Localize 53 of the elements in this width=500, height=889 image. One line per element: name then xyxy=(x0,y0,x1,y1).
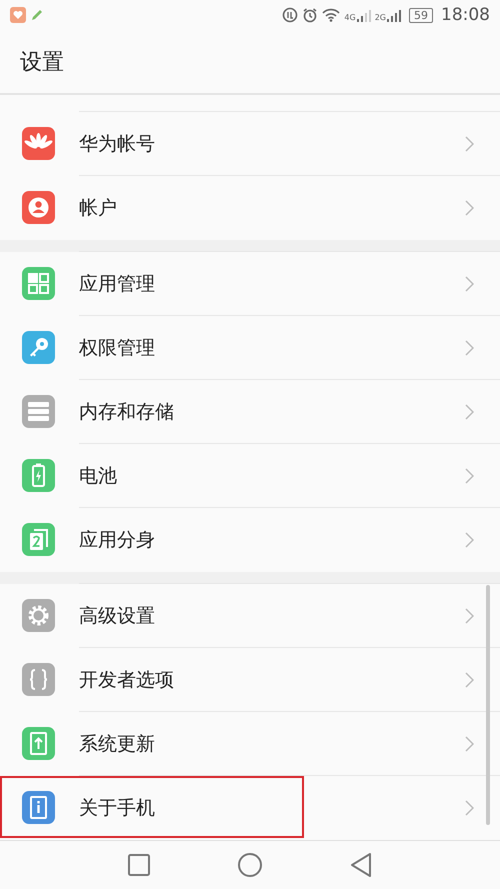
chevron-right-icon xyxy=(465,340,474,356)
item-label: 开发者选项 xyxy=(79,668,174,694)
settings-item[interactable]: 华为帐号 xyxy=(0,112,500,176)
item-label: 应用分身 xyxy=(79,528,155,554)
data-saver-icon xyxy=(282,7,298,24)
braces-icon xyxy=(22,663,55,696)
storage-icon xyxy=(22,395,55,428)
info-icon xyxy=(22,791,55,824)
chevron-right-icon xyxy=(465,468,474,484)
chevron-right-icon xyxy=(465,532,474,548)
alarm-icon xyxy=(302,7,318,24)
chevron-right-icon xyxy=(465,672,474,688)
square-icon[interactable] xyxy=(128,854,150,876)
settings-item[interactable]: 权限管理 xyxy=(0,316,500,380)
item-label: 应用管理 xyxy=(79,272,155,298)
network-type-label: 4G xyxy=(344,13,356,22)
signal-icon xyxy=(356,8,371,22)
battery-icon xyxy=(22,459,55,492)
settings-item[interactable]: 应用管理 xyxy=(0,252,500,316)
item-label: 华为帐号 xyxy=(79,132,155,158)
settings-item[interactable]: 电池 xyxy=(0,444,500,508)
update-icon xyxy=(22,727,55,760)
back-triangle-icon[interactable] xyxy=(350,852,372,877)
item-label: 内存和存储 xyxy=(79,400,174,426)
item-label: 帐户 xyxy=(79,196,117,222)
network-type-label: 2G xyxy=(374,13,386,22)
settings-item[interactable]: 内存和存储 xyxy=(0,380,500,444)
item-label: 关于手机 xyxy=(79,796,155,822)
heart-app-icon xyxy=(10,7,26,24)
chevron-right-icon xyxy=(465,736,474,752)
user-icon xyxy=(22,191,55,224)
chevron-right-icon xyxy=(465,404,474,420)
chevron-right-icon xyxy=(465,276,474,292)
chevron-right-icon xyxy=(465,608,474,624)
clock-time: 18:08 xyxy=(441,5,490,26)
chevron-right-icon xyxy=(465,200,474,216)
item-label: 高级设置 xyxy=(79,604,155,630)
wifi-icon xyxy=(322,8,340,22)
item-label: 系统更新 xyxy=(79,732,155,758)
fan-logo-icon xyxy=(22,127,55,160)
chevron-right-icon xyxy=(465,800,474,816)
battery-level: 59 xyxy=(409,8,433,23)
pencil-icon xyxy=(30,8,44,22)
signal-icon xyxy=(387,8,401,22)
chevron-right-icon xyxy=(465,136,474,152)
twin-app-icon xyxy=(22,523,55,556)
circle-icon[interactable] xyxy=(238,852,262,877)
gear-icon xyxy=(22,599,55,632)
grid-icon xyxy=(22,267,55,300)
item-label: 电池 xyxy=(79,464,117,490)
page-title: 设置 xyxy=(20,48,64,77)
key-icon xyxy=(22,331,55,364)
item-label: 权限管理 xyxy=(79,336,155,362)
